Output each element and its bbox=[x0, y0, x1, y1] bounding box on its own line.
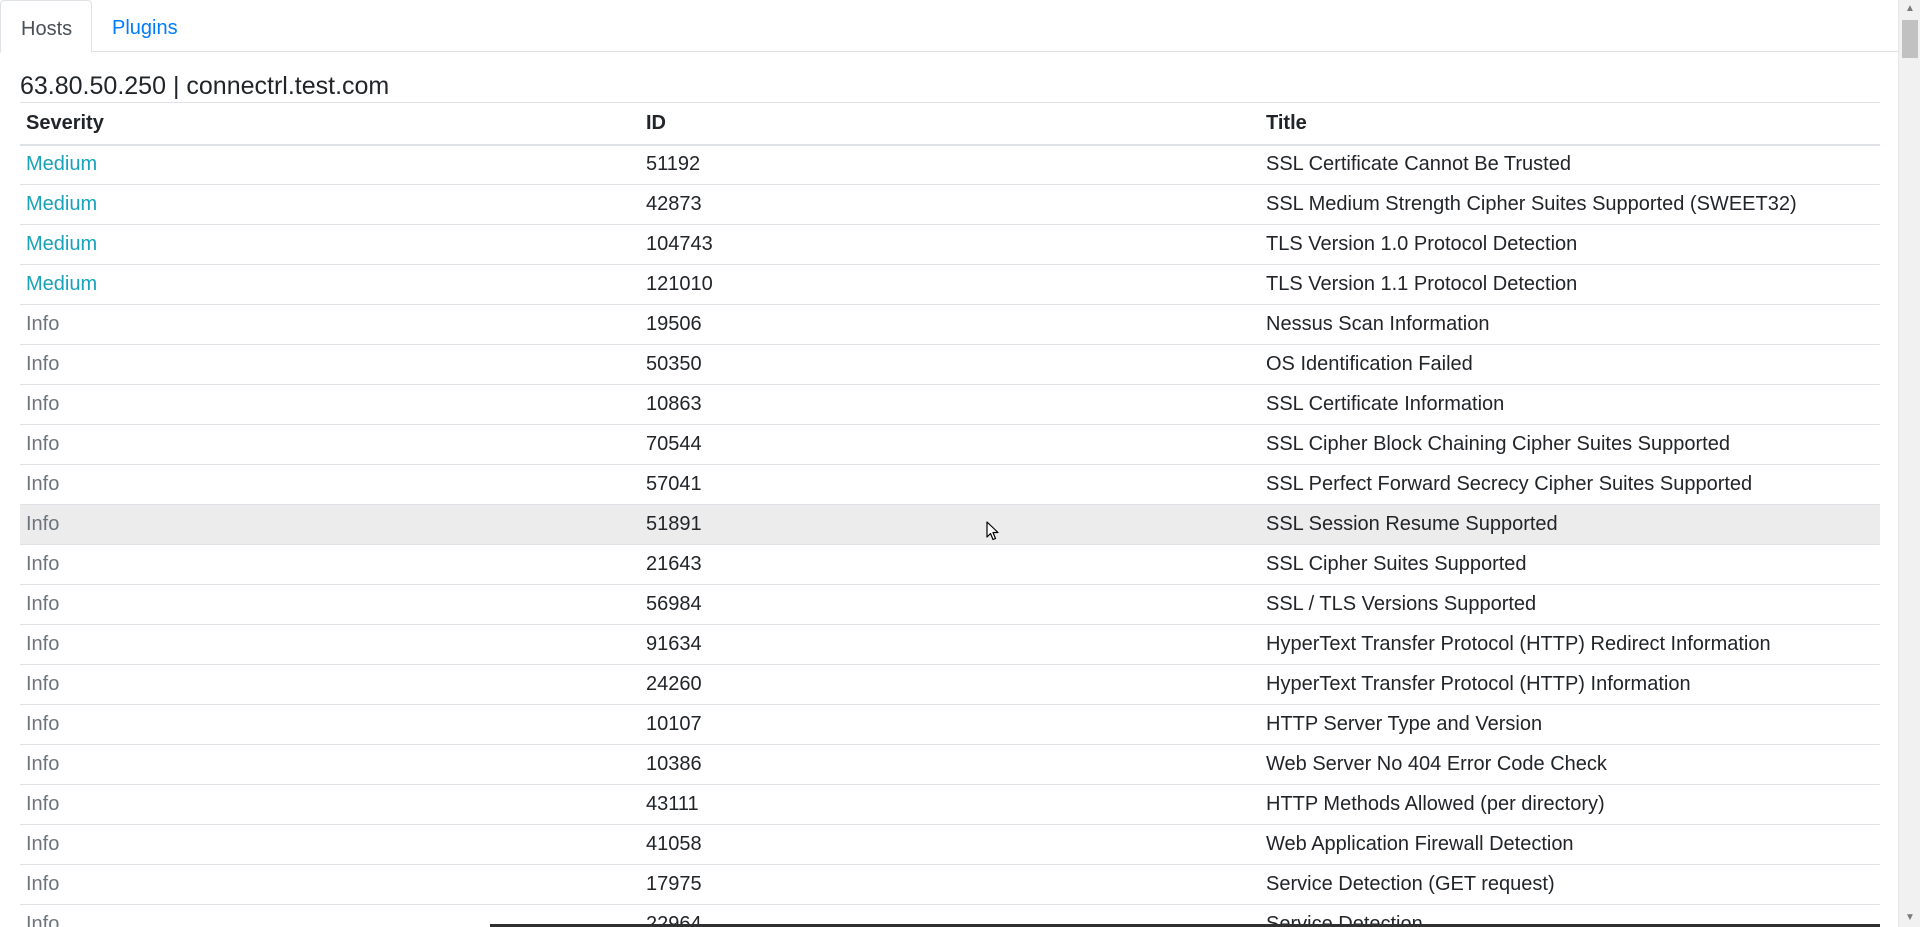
table-row[interactable]: Medium 104743 TLS Version 1.0 Protocol Det… bbox=[20, 224, 1880, 265]
plugin-title-cell: HTTP Methods Allowed (per directory) bbox=[1260, 784, 1880, 825]
plugin-title-cell: SSL Session Resume Supported bbox=[1260, 504, 1880, 545]
table-row[interactable]: Medium 51192 SSL Certificate Cannot Be Tru… bbox=[20, 144, 1880, 185]
table-row[interactable]: Info 50350 OS Identification Failed bbox=[20, 344, 1880, 385]
vertical-scrollbar[interactable]: ▲ ▼ bbox=[1898, 0, 1920, 927]
id-column-header[interactable]: ID bbox=[640, 102, 1260, 146]
severity-cell: Info bbox=[20, 504, 640, 545]
plugin-title-cell: TLS Version 1.1 Protocol Detection bbox=[1260, 264, 1880, 305]
plugin-title-cell: OS Identification Failed bbox=[1260, 344, 1880, 385]
table-body: Medium 51192 SSL Certificate Cannot Be Tru… bbox=[20, 144, 1880, 927]
plugin-id-cell: 24260 bbox=[640, 664, 1260, 705]
host-name: connectrl.test.com bbox=[186, 72, 390, 100]
severity-cell: Info bbox=[20, 744, 640, 785]
table-row[interactable]: Info 10107 HTTP Server Type and Version bbox=[20, 704, 1880, 745]
table-row[interactable]: Info 24260 HyperText Transfer Protocol (HT… bbox=[20, 664, 1880, 705]
plugin-id-cell: 10863 bbox=[640, 384, 1260, 425]
plugin-title-cell: SSL Certificate Cannot Be Trusted bbox=[1260, 144, 1880, 185]
plugin-title-cell: SSL Cipher Suites Supported bbox=[1260, 544, 1880, 585]
table-row[interactable]: Info 91634 HyperText Transfer Protocol (HT… bbox=[20, 624, 1880, 665]
title-column-header[interactable]: Title bbox=[1260, 102, 1880, 146]
plugin-id-cell: 42873 bbox=[640, 184, 1260, 225]
scrollbar-thumb[interactable] bbox=[1902, 20, 1918, 58]
plugin-id-cell: 51891 bbox=[640, 504, 1260, 545]
plugin-title-cell: SSL Medium Strength Cipher Suites Suppor… bbox=[1260, 184, 1880, 225]
vulnerability-table: Severity ID Title Medium 51192 SSL Certifi… bbox=[20, 102, 1880, 927]
plugin-id-cell: 57041 bbox=[640, 464, 1260, 505]
severity-column-header[interactable]: Severity bbox=[20, 102, 640, 146]
plugin-id-cell: 121010 bbox=[640, 264, 1260, 305]
tab-plugins[interactable]: Plugins bbox=[92, 0, 202, 53]
plugin-id-cell: 50350 bbox=[640, 344, 1260, 385]
plugin-id-cell: 41058 bbox=[640, 824, 1260, 865]
severity-cell: Info bbox=[20, 384, 640, 425]
plugin-id-cell: 51192 bbox=[640, 144, 1260, 185]
severity-cell: Info bbox=[20, 624, 640, 665]
table-row[interactable]: Info 56984 SSL / TLS Versions Supported bbox=[20, 584, 1880, 625]
plugin-title-cell: HTTP Server Type and Version bbox=[1260, 704, 1880, 745]
severity-cell: Info bbox=[20, 784, 640, 825]
table-row[interactable]: Info 17975 Service Detection (GET request) bbox=[20, 864, 1880, 905]
plugin-title-cell: SSL Certificate Information bbox=[1260, 384, 1880, 425]
plugin-title-cell: SSL Perfect Forward Secrecy Cipher Suite… bbox=[1260, 464, 1880, 505]
mouse-cursor-icon bbox=[986, 521, 999, 541]
plugin-title-cell: SSL / TLS Versions Supported bbox=[1260, 584, 1880, 625]
plugin-id-cell: 17975 bbox=[640, 864, 1260, 905]
severity-cell: Info bbox=[20, 704, 640, 745]
table-row[interactable]: Medium 42873 SSL Medium Strength Cipher Su… bbox=[20, 184, 1880, 225]
host-separator: | bbox=[172, 72, 180, 100]
plugin-id-cell: 21643 bbox=[640, 544, 1260, 585]
severity-cell: Info bbox=[20, 424, 640, 465]
plugin-id-cell: 70544 bbox=[640, 424, 1260, 465]
plugin-title-cell: Web Server No 404 Error Code Check bbox=[1260, 744, 1880, 785]
page-viewport: Hosts Plugins 63.80.50.250 | connectrl.t… bbox=[0, 0, 1898, 927]
host-heading: 63.80.50.250 | connectrl.test.com bbox=[20, 72, 389, 101]
severity-cell: Medium bbox=[20, 264, 640, 305]
severity-cell: Info bbox=[20, 544, 640, 585]
table-row[interactable]: Info 10863 SSL Certificate Information bbox=[20, 384, 1880, 425]
tab-hosts[interactable]: Hosts bbox=[0, 0, 92, 53]
plugin-title-cell: Nessus Scan Information bbox=[1260, 304, 1880, 345]
table-row[interactable]: Info 41058 Web Application Firewall Detect… bbox=[20, 824, 1880, 865]
plugin-id-cell: 104743 bbox=[640, 224, 1260, 265]
severity-cell: Medium bbox=[20, 144, 640, 185]
severity-cell: Info bbox=[20, 824, 640, 865]
severity-cell: Medium bbox=[20, 224, 640, 265]
severity-cell: Info bbox=[20, 864, 640, 905]
tab-bar: Hosts Plugins bbox=[0, 0, 1898, 53]
severity-cell: Medium bbox=[20, 184, 640, 225]
plugin-id-cell: 10107 bbox=[640, 704, 1260, 745]
table-header-row: Severity ID Title bbox=[20, 102, 1880, 146]
plugin-id-cell: 56984 bbox=[640, 584, 1260, 625]
table-row[interactable]: Info 57041 SSL Perfect Forward Secrecy Cip… bbox=[20, 464, 1880, 505]
scroll-up-arrow-icon[interactable]: ▲ bbox=[1899, 0, 1920, 18]
severity-cell: Info bbox=[20, 464, 640, 505]
host-ip: 63.80.50.250 bbox=[20, 72, 166, 100]
severity-cell: Info bbox=[20, 584, 640, 625]
plugin-id-cell: 43111 bbox=[640, 784, 1260, 825]
table-row[interactable]: Info 43111 HTTP Methods Allowed (per direc… bbox=[20, 784, 1880, 825]
severity-cell: Info bbox=[20, 344, 640, 385]
plugin-title-cell: HyperText Transfer Protocol (HTTP) Redir… bbox=[1260, 624, 1880, 665]
table-row[interactable]: Info 51891 SSL Session Resume Supported bbox=[20, 504, 1880, 545]
table-row[interactable]: Info 70544 SSL Cipher Block Chaining Ciphe… bbox=[20, 424, 1880, 465]
severity-cell: Info bbox=[20, 664, 640, 705]
plugin-title-cell: Service Detection (GET request) bbox=[1260, 864, 1880, 905]
severity-cell: Info bbox=[20, 304, 640, 345]
plugin-title-cell: Web Application Firewall Detection bbox=[1260, 824, 1880, 865]
plugin-id-cell: 91634 bbox=[640, 624, 1260, 665]
table-row[interactable]: Medium 121010 TLS Version 1.1 Protocol Det… bbox=[20, 264, 1880, 305]
table-row[interactable]: Info 19506 Nessus Scan Information bbox=[20, 304, 1880, 345]
plugin-title-cell: SSL Cipher Block Chaining Cipher Suites … bbox=[1260, 424, 1880, 465]
plugin-id-cell: 19506 bbox=[640, 304, 1260, 345]
plugin-title-cell: TLS Version 1.0 Protocol Detection bbox=[1260, 224, 1880, 265]
plugin-id-cell: 10386 bbox=[640, 744, 1260, 785]
scroll-down-arrow-icon[interactable]: ▼ bbox=[1899, 909, 1920, 927]
table-row[interactable]: Info 10386 Web Server No 404 Error Code Ch… bbox=[20, 744, 1880, 785]
table-row[interactable]: Info 21643 SSL Cipher Suites Supported bbox=[20, 544, 1880, 585]
plugin-title-cell: HyperText Transfer Protocol (HTTP) Infor… bbox=[1260, 664, 1880, 705]
